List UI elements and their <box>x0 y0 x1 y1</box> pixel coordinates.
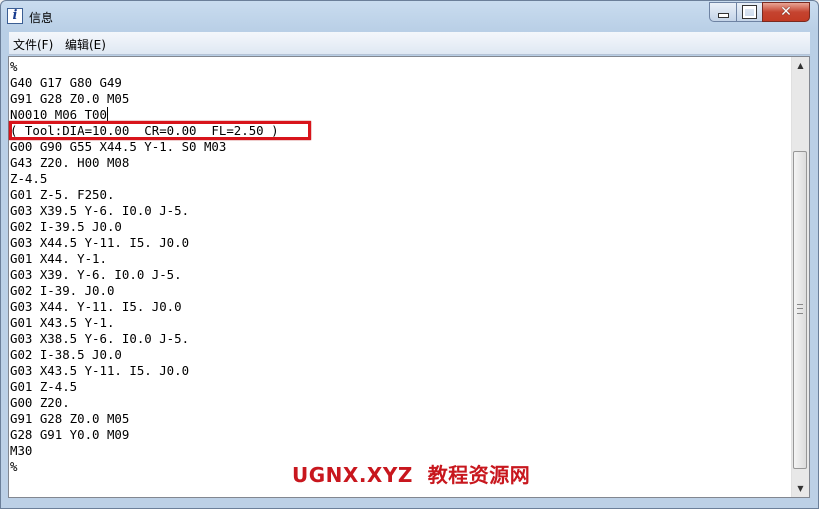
code-line: G91 G28 Z0.0 M05 <box>10 91 130 106</box>
info-icon: i <box>7 8 23 24</box>
code-line: G03 X39. Y-6. I0.0 J-5. <box>10 267 182 282</box>
code-line: N0010 M06 T00 <box>10 107 107 122</box>
text-caret <box>106 107 108 121</box>
scrollbar-thumb[interactable] <box>793 151 807 469</box>
code-line: G91 G28 Z0.0 M05 <box>10 411 130 426</box>
code-line: G03 X43.5 Y-11. I5. J0.0 <box>10 363 190 378</box>
minimize-icon <box>717 12 729 18</box>
info-window: i 信息 ✕ 文件(F) 编辑(E) % G40 G17 G80 G49 G91… <box>0 0 819 509</box>
watermark: UGNX.XYZ 教程资源网 <box>292 463 531 487</box>
tool-line-highlight <box>9 121 311 140</box>
code-line: G02 I-39. J0.0 <box>10 283 115 298</box>
close-icon: ✕ <box>780 4 792 20</box>
scroll-down-arrow-icon[interactable]: ▼ <box>792 480 809 497</box>
grip-icon <box>797 304 803 314</box>
scroll-up-arrow-icon[interactable]: ▲ <box>792 57 809 74</box>
code-line: G01 Z-5. F250. <box>10 187 115 202</box>
code-line: G03 X44. Y-11. I5. J0.0 <box>10 299 182 314</box>
code-line: G01 Z-4.5 <box>10 379 78 394</box>
window-title: 信息 <box>29 11 54 25</box>
menu-bar: 文件(F) 编辑(E) <box>9 32 810 55</box>
code-line: G03 X44.5 Y-11. I5. J0.0 <box>10 235 190 250</box>
code-line: G02 I-38.5 J0.0 <box>10 347 122 362</box>
code-line: G01 X43.5 Y-1. <box>10 315 115 330</box>
vertical-scrollbar[interactable]: ▲ ▼ <box>791 57 809 497</box>
close-button[interactable]: ✕ <box>762 2 810 22</box>
code-line: G03 X38.5 Y-6. I0.0 J-5. <box>10 331 190 346</box>
code-line: G00 G90 G55 X44.5 Y-1. S0 M03 <box>10 139 227 154</box>
code-line: G40 G17 G80 G49 <box>10 75 122 90</box>
maximize-button[interactable] <box>736 2 763 22</box>
code-line: G01 X44. Y-1. <box>10 251 107 266</box>
minimize-button[interactable] <box>709 2 737 22</box>
code-line: % <box>10 59 18 74</box>
code-line: G28 G91 Y0.0 M09 <box>10 427 130 442</box>
text-area[interactable]: % G40 G17 G80 G49 G91 G28 Z0.0 M05 N0010… <box>8 56 810 498</box>
code-line: G03 X39.5 Y-6. I0.0 J-5. <box>10 203 190 218</box>
code-line: G02 I-39.5 J0.0 <box>10 219 122 234</box>
maximize-icon <box>742 5 757 19</box>
code-line: Z-4.5 <box>10 171 48 186</box>
code-line: G00 Z20. <box>10 395 70 410</box>
menu-file[interactable]: 文件(F) <box>13 36 53 53</box>
title-bar[interactable]: i 信息 ✕ <box>1 1 818 32</box>
code-line: M30 <box>10 443 33 458</box>
menu-edit[interactable]: 编辑(E) <box>65 36 106 53</box>
code-line: % <box>10 459 18 474</box>
code-line: G43 Z20. H00 M08 <box>10 155 130 170</box>
